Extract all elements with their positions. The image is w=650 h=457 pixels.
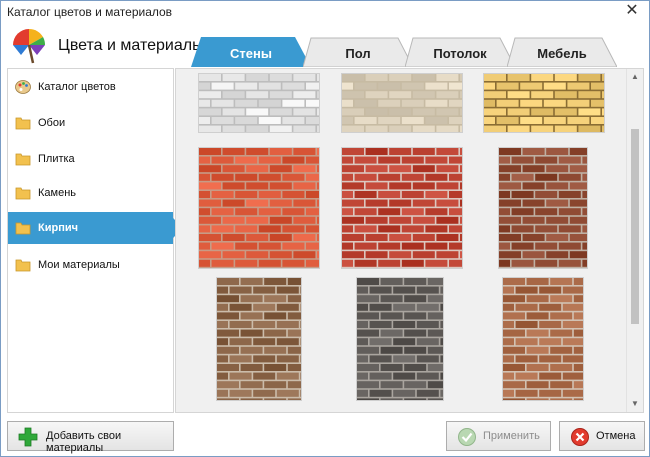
palette-icon: [15, 80, 31, 94]
add-materials-label: Добавить свои материалы: [46, 430, 122, 454]
sidebar-item-label: Камень: [38, 187, 77, 199]
tab-ceiling[interactable]: Потолок: [405, 37, 515, 67]
material-tile-white-brick[interactable]: [198, 73, 320, 133]
sidebar-item-label: Плитка: [38, 153, 75, 165]
tab-floor[interactable]: Пол: [303, 37, 413, 67]
cancel-button[interactable]: Отмена: [559, 421, 645, 451]
apply-label: Применить: [483, 430, 540, 442]
folder-icon: [15, 117, 31, 130]
material-tile-brown-brick[interactable]: [216, 277, 302, 401]
tab-walls[interactable]: Стены: [191, 37, 311, 67]
plus-icon: [18, 427, 38, 447]
add-materials-button[interactable]: Добавить свои материалы: [7, 421, 174, 454]
material-tile-yellow-brick[interactable]: [483, 73, 605, 133]
tab-furniture[interactable]: Мебель: [507, 37, 617, 67]
sidebar-item-label: Мои материалы: [38, 259, 120, 271]
window-title: Каталог цветов и материалов: [7, 5, 173, 19]
category-sidebar: Каталог цветов Обои Плитка Камень Кирпич…: [7, 68, 183, 413]
sidebar-item-wallpaper[interactable]: Обои: [8, 107, 173, 139]
material-tile-orange-red-brick[interactable]: [198, 147, 320, 269]
material-tile-gray-brick[interactable]: [356, 277, 444, 401]
check-icon: [458, 428, 476, 446]
material-tile-red-brick[interactable]: [341, 147, 463, 269]
materials-grid: ▲ ▼: [175, 68, 644, 413]
material-tile-rust-brick[interactable]: [502, 277, 584, 401]
cancel-icon: [571, 428, 589, 446]
apply-button[interactable]: Применить: [446, 421, 551, 451]
sidebar-item-tile[interactable]: Плитка: [8, 143, 173, 175]
folder-icon: [15, 153, 31, 166]
folder-icon: [15, 259, 31, 272]
tab-label: Пол: [345, 46, 371, 61]
vertical-scrollbar[interactable]: ▲ ▼: [626, 69, 643, 412]
folder-icon: [15, 187, 31, 200]
material-tile-beige-brick[interactable]: [341, 73, 463, 133]
folder-icon: [15, 222, 31, 235]
page-title: Цвета и материалы: [58, 37, 204, 54]
sidebar-item-label: Обои: [38, 117, 66, 129]
dialog-window: Каталог цветов и материалов ✕ Цвета и ма…: [0, 0, 650, 457]
sidebar-item-color-catalog[interactable]: Каталог цветов: [8, 71, 173, 103]
tab-label: Потолок: [433, 46, 487, 61]
close-icon[interactable]: ✕: [623, 2, 641, 20]
sidebar-item-label: Каталог цветов: [38, 81, 116, 93]
scroll-down-icon[interactable]: ▼: [627, 396, 643, 412]
title-bar: Каталог цветов и материалов ✕: [1, 1, 649, 23]
umbrella-icon: [13, 28, 46, 64]
tab-bar: Стены Пол Потолок Мебель: [191, 37, 650, 67]
cancel-label: Отмена: [596, 430, 636, 442]
sidebar-item-my-materials[interactable]: Мои материалы: [8, 249, 173, 281]
sidebar-item-stone[interactable]: Камень: [8, 177, 173, 209]
tab-label: Мебель: [537, 46, 587, 61]
tab-label: Стены: [230, 46, 272, 61]
material-tile-dark-red-brick[interactable]: [498, 147, 588, 269]
scroll-up-icon[interactable]: ▲: [627, 69, 643, 85]
sidebar-item-label: Кирпич: [38, 222, 78, 234]
scrollbar-thumb[interactable]: [631, 129, 639, 324]
sidebar-item-brick[interactable]: Кирпич: [8, 212, 183, 244]
